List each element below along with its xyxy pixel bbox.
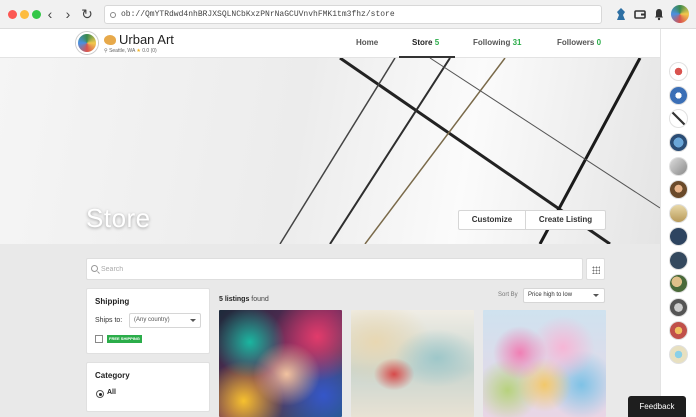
- listing-card-1[interactable]: [219, 310, 342, 417]
- shipping-filter-panel: Shipping Ships to: (Any country) FREE SH…: [86, 288, 210, 354]
- forward-icon[interactable]: ›: [61, 6, 75, 22]
- chevron-down-icon: [190, 319, 196, 322]
- store-location: Seattle, WA: [109, 48, 135, 54]
- store-name[interactable]: Urban Art: [104, 32, 174, 47]
- tab-followers[interactable]: Followers 0: [557, 38, 601, 47]
- minimize-window-button[interactable]: [20, 10, 29, 19]
- ships-to-label: Ships to:: [95, 317, 123, 324]
- search-box: [86, 258, 583, 280]
- listing-card-3[interactable]: [483, 310, 606, 417]
- address-bar[interactable]: ob://QmYTRdwd4nhBRJXSQLNCbKxzPNrNaGCUVnv…: [104, 5, 602, 24]
- grid-view-button[interactable]: [586, 258, 605, 280]
- followed-store-avatar[interactable]: [669, 204, 688, 223]
- listings-count: 5 listings found: [219, 296, 269, 303]
- palette-icon: [104, 35, 116, 45]
- followed-store-avatar[interactable]: [669, 157, 688, 176]
- followed-store-avatar[interactable]: [669, 321, 688, 340]
- shipping-title: Shipping: [95, 297, 130, 306]
- free-shipping-badge: FREE SHIPPING: [107, 335, 142, 343]
- tab-following[interactable]: Following 31: [473, 38, 521, 47]
- notifications-bell-icon[interactable]: [652, 7, 666, 21]
- openbazaar-icon[interactable]: [614, 7, 628, 21]
- store-avatar[interactable]: [76, 32, 98, 54]
- followed-store-avatar[interactable]: [669, 251, 688, 270]
- address-url: ob://QmYTRdwd4nhBRJXSQLNCbKxzPNrNaGCUVnv…: [121, 10, 395, 19]
- user-avatar[interactable]: [671, 5, 689, 23]
- store-location-rating: ⚲ Seattle, WA ★ 0.0 (0): [104, 48, 157, 54]
- free-shipping-checkbox[interactable]: [95, 335, 103, 343]
- customize-button[interactable]: Customize: [459, 211, 526, 229]
- category-filter-panel: Category All: [86, 362, 210, 412]
- close-window-button[interactable]: [8, 10, 17, 19]
- listing-card-2[interactable]: [351, 310, 474, 417]
- category-all-radio[interactable]: [96, 390, 104, 398]
- location-pin-icon: ⚲: [104, 48, 108, 54]
- sort-select[interactable]: Price high to low: [523, 288, 605, 303]
- store-actions: Customize Create Listing: [458, 210, 606, 230]
- maximize-window-button[interactable]: [32, 10, 41, 19]
- search-icon: [91, 265, 98, 272]
- back-icon[interactable]: ‹: [43, 6, 57, 22]
- followed-store-avatar[interactable]: [669, 133, 688, 152]
- followed-store-avatar[interactable]: [669, 86, 688, 105]
- followed-store-avatar[interactable]: [669, 109, 688, 128]
- followed-store-avatar[interactable]: [669, 180, 688, 199]
- address-globe-icon: [110, 12, 116, 18]
- wallet-icon[interactable]: [633, 7, 647, 21]
- ships-to-select[interactable]: (Any country): [129, 313, 201, 328]
- followed-store-avatar[interactable]: [669, 62, 688, 81]
- feedback-button[interactable]: Feedback: [628, 396, 686, 417]
- browser-toolbar: ‹ › ↻ ob://QmYTRdwd4nhBRJXSQLNCbKxzPNrNa…: [0, 0, 696, 29]
- store-header: Urban Art ⚲ Seattle, WA ★ 0.0 (0) Home S…: [0, 29, 660, 58]
- star-icon: ★: [136, 48, 141, 54]
- category-all-label[interactable]: All: [107, 389, 116, 396]
- category-title: Category: [95, 371, 130, 380]
- followed-store-avatar[interactable]: [669, 345, 688, 364]
- followed-store-avatar[interactable]: [669, 227, 688, 246]
- create-listing-button[interactable]: Create Listing: [526, 211, 605, 229]
- following-sidebar: [660, 29, 696, 417]
- store-rating: 0.0 (0): [142, 48, 157, 54]
- followed-store-avatar[interactable]: [669, 298, 688, 317]
- tab-store[interactable]: Store 5: [412, 38, 439, 47]
- page-title: Store: [86, 203, 151, 233]
- tab-home[interactable]: Home: [356, 38, 378, 47]
- reload-icon[interactable]: ↻: [80, 6, 94, 22]
- chevron-down-icon: [593, 294, 599, 297]
- grid-icon: [592, 266, 600, 274]
- search-input[interactable]: [101, 262, 571, 276]
- sort-by-label: Sort By: [498, 292, 518, 298]
- followed-store-avatar[interactable]: [669, 274, 688, 293]
